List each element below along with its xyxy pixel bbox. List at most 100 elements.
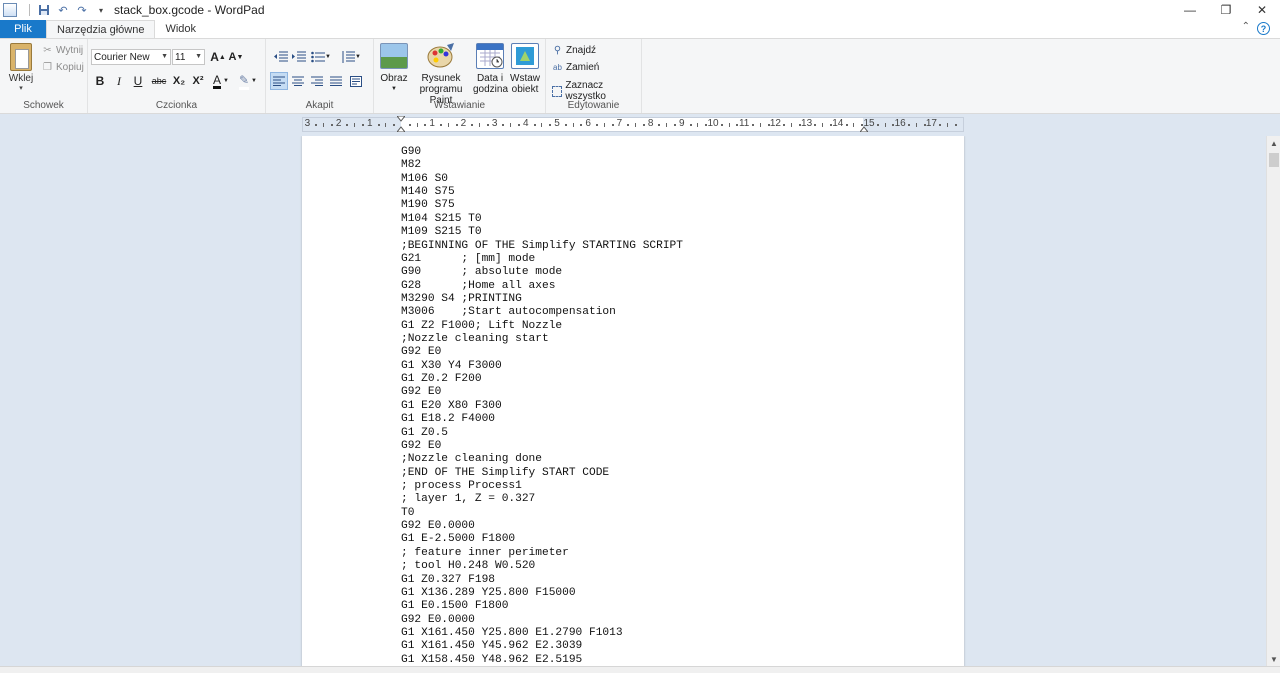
justify-icon[interactable]: [327, 72, 345, 90]
ruler-tick: [791, 123, 792, 127]
bullet-list-icon[interactable]: ▼: [310, 48, 332, 66]
chevron-down-icon: ▼: [195, 53, 202, 60]
document-line: G1 Z0.327 F198: [401, 573, 495, 586]
copy-button[interactable]: ❐ Kopiuj: [42, 62, 84, 73]
scrollbar-thumb[interactable]: [1269, 153, 1279, 167]
insert-object-button[interactable]: Wstaw obiekt: [508, 43, 542, 95]
ruler-tick: [830, 124, 832, 126]
subscript-button[interactable]: X₂: [170, 72, 188, 90]
paragraph-settings-icon[interactable]: [347, 72, 365, 90]
help-icon[interactable]: ?: [1257, 22, 1270, 35]
align-right-icon[interactable]: [308, 72, 326, 90]
superscript-button[interactable]: X²: [189, 72, 207, 90]
scroll-up-icon[interactable]: ▲: [1267, 136, 1280, 150]
document-line: G1 X158.450 Y48.962 E2.5195: [401, 653, 583, 666]
ruler-number: 3: [304, 118, 311, 129]
ruler-tick: [908, 124, 910, 126]
select-all-icon: [552, 85, 563, 97]
object-icon: [511, 43, 539, 69]
ruler-number: 5: [554, 118, 560, 129]
align-center-icon[interactable]: [289, 72, 307, 90]
ruler-tick: [923, 124, 926, 126]
document-line: T0: [401, 506, 415, 519]
text-color-button[interactable]: A ▼: [209, 72, 233, 90]
strikethrough-button[interactable]: abc: [149, 72, 169, 90]
ruler-number: 1: [429, 118, 435, 129]
ruler-tick: [752, 124, 754, 126]
document-line: ; tool H0.248 W0.520: [401, 560, 536, 573]
group-paragraph: ▼ ▼ Akapit: [266, 39, 374, 113]
document-line: M104 S215 T0: [401, 212, 482, 225]
ruler-tick: [315, 124, 318, 126]
ruler-number: 6: [585, 118, 591, 129]
document-line: ;END OF THE Simplify START CODE: [401, 466, 610, 479]
find-button[interactable]: ⚲ Znajdź: [552, 45, 596, 56]
document-text[interactable]: G90 M82 M106 S0 M140 S75 M190 S75 M104 S215 T…: [401, 146, 683, 666]
replace-button[interactable]: ab Zamień: [552, 62, 599, 73]
ruler-tick: [385, 123, 387, 127]
paste-dropdown-icon[interactable]: ▾: [6, 84, 36, 92]
underline-button[interactable]: U: [129, 72, 147, 90]
line-spacing-icon[interactable]: ▼: [340, 48, 362, 66]
ruler-number: 11: [738, 118, 750, 129]
minimize-button[interactable]: —: [1172, 0, 1208, 20]
tab-view[interactable]: Widok: [155, 20, 206, 38]
hanging-indent-marker[interactable]: [397, 126, 405, 132]
document-area: G90 M82 M106 S0 M140 S75 M190 S75 M104 S215 T…: [0, 136, 1266, 666]
collapse-ribbon-icon[interactable]: ⌃: [1242, 21, 1250, 32]
ruler-tick: [377, 124, 380, 126]
ruler-tick: [884, 123, 886, 127]
ruler-number: 8: [647, 118, 654, 129]
grow-font-button[interactable]: A ▲: [209, 48, 227, 66]
italic-button[interactable]: I: [110, 72, 128, 90]
scroll-down-icon[interactable]: ▼: [1267, 652, 1280, 666]
document-line: G1 E20 X80 F300: [401, 399, 502, 412]
bold-button[interactable]: B: [91, 72, 109, 90]
copy-icon: ❐: [43, 62, 52, 73]
maximize-button[interactable]: ❐: [1208, 0, 1244, 20]
ruler-tick: [759, 123, 761, 127]
ruler-tick: [845, 124, 848, 126]
vertical-scrollbar[interactable]: ▲ ▼: [1266, 136, 1280, 666]
ruler-tick: [915, 123, 917, 127]
tab-file[interactable]: Plik: [0, 20, 46, 38]
shrink-font-button[interactable]: A ▼: [227, 48, 245, 66]
ruler-tick: [440, 124, 442, 126]
ruler-tick: [455, 124, 458, 126]
align-left-icon[interactable]: [270, 72, 288, 90]
chevron-down-icon: ▼: [161, 53, 168, 60]
select-all-button[interactable]: Zaznacz wszystko: [552, 80, 641, 102]
document-line: G1 X136.289 Y25.800 F15000: [401, 586, 576, 599]
ruler-tick: [939, 124, 942, 126]
divider: [29, 4, 30, 16]
date-time-button[interactable]: Data i godzina: [473, 43, 508, 95]
group-label-font: Czcionka: [155, 100, 198, 111]
ruler-tick: [447, 123, 449, 127]
font-size-select[interactable]: 11 ▼: [172, 49, 205, 65]
document-page[interactable]: G90 M82 M106 S0 M140 S75 M190 S75 M104 S215 T…: [302, 136, 964, 666]
paste-button[interactable]: Wklej ▾: [6, 43, 36, 92]
redo-icon[interactable]: ↷: [75, 3, 89, 17]
increase-indent-icon[interactable]: [290, 48, 308, 66]
tab-home[interactable]: Narzędzia główne: [46, 20, 156, 38]
customize-quick-access-icon[interactable]: ▾: [94, 3, 108, 17]
highlight-color-button[interactable]: ✎ ▼: [236, 72, 260, 90]
paint-drawing-button[interactable]: Rysunek programu Paint: [410, 43, 472, 106]
chevron-down-icon: ▼: [223, 78, 229, 84]
decrease-indent-icon[interactable]: [272, 48, 290, 66]
insert-picture-button[interactable]: Obraz ▼: [378, 43, 410, 95]
ruler-tick: [510, 123, 512, 127]
ruler-tick: [642, 124, 645, 126]
font-family-select[interactable]: Courier New ▼: [91, 49, 171, 65]
ruler-number: 2: [460, 118, 467, 129]
first-line-indent-marker[interactable]: [397, 116, 405, 122]
ruler[interactable]: 3 2 1 1 2 3 4 5 6 7 8 9 10 11 12 13 14 15 16 17: [302, 116, 964, 132]
close-button[interactable]: ✕: [1244, 0, 1280, 20]
save-icon[interactable]: [37, 3, 51, 17]
undo-icon[interactable]: ↶: [56, 3, 70, 17]
ruler-number: 7: [616, 118, 623, 129]
grow-font-label: A: [210, 50, 219, 64]
cut-button[interactable]: ✂ Wytnij: [42, 45, 83, 56]
wordpad-app-icon[interactable]: [3, 3, 17, 17]
right-indent-marker[interactable]: [860, 126, 868, 132]
